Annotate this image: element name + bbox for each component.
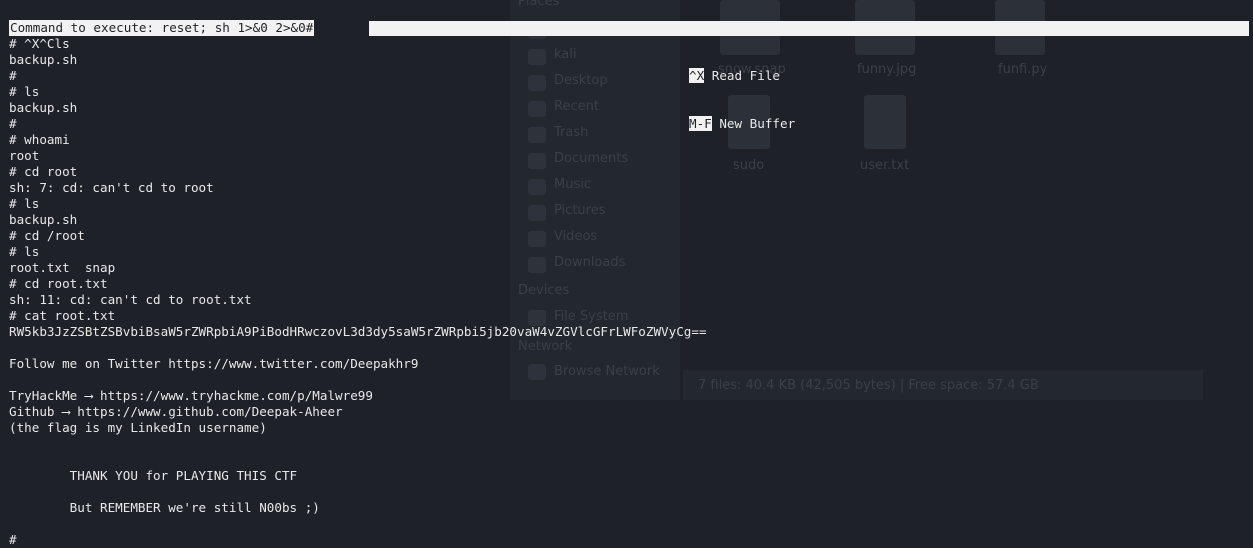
ghost-places-heading: Places: [518, 0, 560, 9]
terminal-line: # cd root: [9, 164, 78, 179]
terminal-line: TryHackMe ⟶ https://www.tryhackme.com/p/…: [9, 388, 373, 403]
terminal-line: sh: 7: cd: can't cd to root: [9, 180, 214, 195]
terminal-line: # ls: [9, 84, 40, 99]
terminal-line: root.txt snap: [9, 260, 116, 275]
terminal-line: root: [9, 148, 40, 163]
terminal-line: # whoami: [9, 132, 70, 147]
terminal-line: backup.sh: [9, 52, 78, 67]
shortcut-label: Read File: [711, 68, 781, 83]
terminal-line: Github ⟶ https://www.github.com/Deepak-A…: [9, 404, 343, 419]
command-prompt-label: Command to execute: reset; sh 1>&0 2>&0#: [9, 20, 315, 36]
ghost-file-label: user.txt: [860, 158, 910, 173]
terminal-line: #: [9, 116, 17, 131]
terminal-line: # ^X^Cls: [9, 36, 70, 51]
terminal-line: # ls: [9, 244, 40, 259]
terminal-line: THANK YOU for PLAYING THIS CTF: [9, 468, 298, 483]
ghost-status-text: 7 files: 40.4 KB (42,505 bytes) | Free s…: [698, 378, 1039, 393]
terminal-line: # ls: [9, 196, 40, 211]
ghost-file-label: funny.jpg: [857, 62, 917, 77]
terminal-line: sh: 11: cd: can't cd to root.txt: [9, 292, 252, 307]
terminal-line: # cd /root: [9, 228, 85, 243]
ghost-file-label: sudo: [733, 158, 765, 173]
terminal-line: But REMEMBER we're still N00bs ;): [9, 500, 320, 515]
terminal-line: RW5kb3JzZSBtZSBvbiBsaW5rZWRpbiA9PiBodHRw…: [9, 324, 707, 339]
terminal-output[interactable]: # ^X^Cls backup.sh # # ls backup.sh # # whoami…: [9, 36, 707, 548]
terminal-line: Follow me on Twitter https://www.twitter…: [9, 356, 419, 371]
text-file-icon: [864, 95, 906, 149]
prompt-highlight-bar: [369, 21, 1249, 36]
terminal-line: backup.sh: [9, 212, 78, 227]
terminal-line: #: [9, 68, 17, 83]
terminal-line: backup.sh: [9, 100, 78, 115]
terminal-line: #: [9, 532, 17, 547]
shortcut-label: New Buffer: [719, 116, 796, 131]
terminal-line: # cat root.txt: [9, 308, 116, 323]
ghost-file-label: funfi.py: [998, 62, 1048, 77]
terminal-line: # cd root.txt: [9, 276, 108, 291]
terminal-line: (the flag is my LinkedIn username): [9, 420, 267, 435]
